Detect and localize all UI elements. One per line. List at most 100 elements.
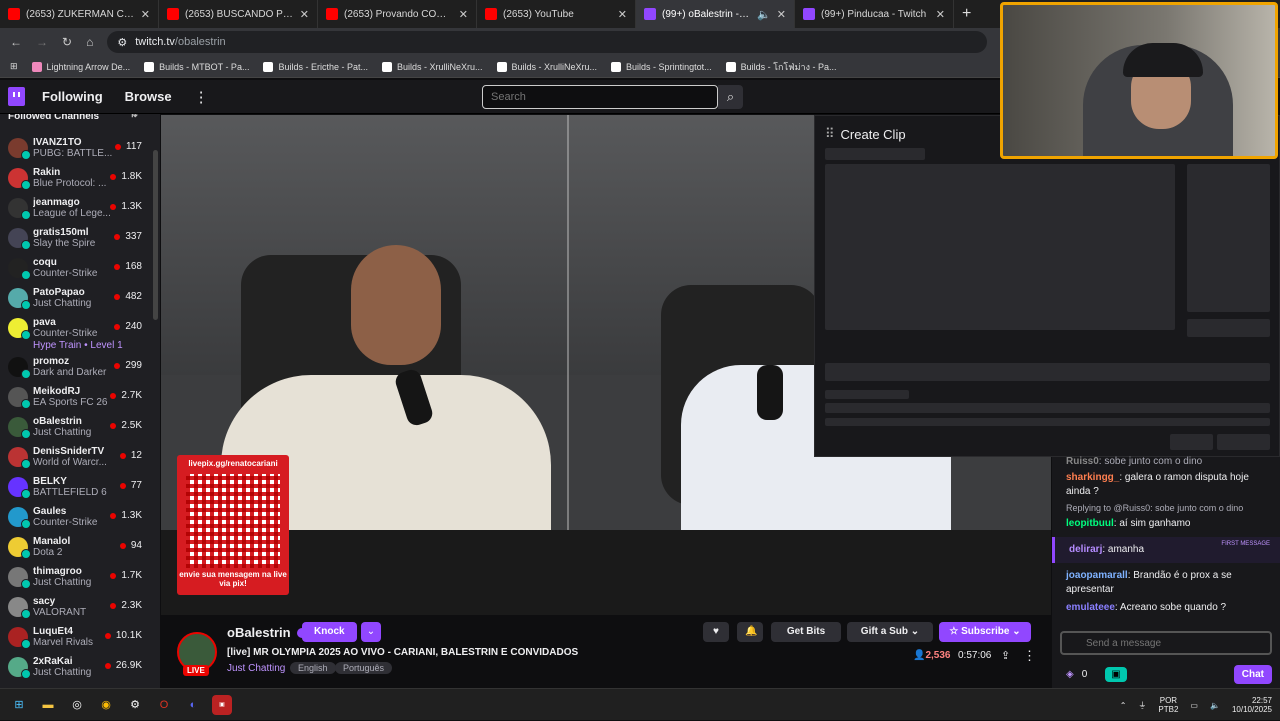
close-icon[interactable]: ✕ — [141, 8, 150, 21]
sidebar-item-channel[interactable]: Rakin Blue Protocol: ... 1.8K — [0, 163, 160, 193]
home-icon[interactable]: ⌂ — [86, 35, 93, 49]
chevron-down-icon[interactable]: ⌄ — [361, 622, 381, 642]
gift-sub-button[interactable]: Gift a Sub ⌄ — [847, 622, 933, 642]
channel-game: World of Warcr... — [33, 457, 107, 468]
viewer-count: 1.3K — [121, 201, 142, 212]
sidebar-item-channel[interactable]: MeikodRJ EA Sports FC 26 2.7K — [0, 382, 160, 412]
bookmark-item[interactable]: Lightning Arrow De... — [31, 61, 130, 72]
bookmark-item[interactable]: Builds - XrulliNeXru... — [381, 61, 483, 72]
browser-tab[interactable]: (99+) Pinducaa - Twitch ✕ — [795, 0, 954, 28]
sidebar-item-channel[interactable]: Manalol Dota 2 94 — [0, 532, 160, 562]
sidebar-item-channel[interactable]: thimagroo Just Chatting 1.7K — [0, 562, 160, 592]
sidebar-item-channel[interactable]: LuquEt4 Marvel Rivals 10.1K — [0, 622, 160, 652]
browser-tab[interactable]: (2653) Provando COMIDA DE R✕ — [318, 0, 477, 28]
sidebar-item-channel[interactable]: promoz Dark and Darker 299 — [0, 352, 160, 382]
chrome-icon[interactable]: ◉ — [96, 695, 116, 715]
viewer-count: 2.3K — [121, 600, 142, 611]
bookmark-item[interactable]: Builds - Sprintingtot... — [611, 61, 712, 72]
sidebar-scrollbar[interactable] — [153, 150, 158, 320]
streamer-name[interactable]: oBalestrin — [227, 625, 291, 640]
bookmark-item[interactable]: Builds - XrulliNeXru... — [496, 61, 597, 72]
sidebar-item-channel[interactable]: oBalestrin Just Chatting 2.5K — [0, 412, 160, 442]
youtube-icon — [485, 8, 497, 20]
speaker-icon[interactable]: 🔈 — [757, 8, 771, 21]
close-icon[interactable]: ✕ — [936, 8, 945, 21]
sidebar-item-channel[interactable]: Gaules Counter-Strike 1.3K — [0, 502, 160, 532]
sidebar-item-channel[interactable]: PatoPapao Just Chatting 482 — [0, 283, 160, 313]
browser-tab[interactable]: (2653) ZUKERMAN COMPLETA✕ — [0, 0, 159, 28]
usb-icon[interactable]: ⏚ — [1138, 700, 1146, 711]
search-input[interactable] — [482, 85, 718, 109]
chevron-up-icon[interactable]: ⌃ — [1120, 701, 1127, 710]
nav-following[interactable]: Following — [42, 89, 103, 104]
microphone-icon — [757, 365, 783, 420]
skeleton-button — [1187, 319, 1270, 337]
close-icon[interactable]: ✕ — [777, 8, 786, 21]
follow-heart-button[interactable]: ♥ — [703, 622, 729, 642]
bookmark-item[interactable]: Builds - โกโฟ่ม่าง - Pa... — [725, 60, 836, 74]
share-icon[interactable]: ⇪ — [1001, 649, 1010, 662]
language-indicator[interactable]: POR PTB2 — [1158, 696, 1178, 714]
more-icon[interactable]: ⋮ — [194, 88, 209, 106]
avatar — [8, 507, 31, 529]
twitch-top-nav: Following Browse ⋮ ⌕ — [0, 80, 1000, 114]
tag-portugues[interactable]: Português — [335, 662, 393, 674]
browser-tab-active[interactable]: (99+) oBalestrin - Twitch🔈✕ — [636, 0, 795, 28]
more-icon[interactable]: ⋮ — [1023, 648, 1036, 664]
browser-tab[interactable]: (2653) BUSCANDO POR UMA E✕ — [159, 0, 318, 28]
opera-icon[interactable]: O — [154, 695, 174, 715]
url-field[interactable]: ⚙ twitch.tv/obalestrin — [107, 31, 988, 53]
volume-icon[interactable]: 🔈 — [1210, 701, 1220, 710]
sidebar-item-channel[interactable]: DenisSniderTV World of Warcr... 12 — [0, 442, 160, 472]
bookmark-item[interactable]: Builds - MTBOT - Pa... — [144, 61, 249, 72]
sidebar-item-channel[interactable]: sacy VALORANT 2.3K — [0, 592, 160, 622]
windows-start-icon[interactable]: ⊞ — [9, 695, 29, 715]
site-info-icon[interactable]: ⚙ — [117, 36, 127, 49]
avatar — [8, 228, 31, 250]
sidebar-item-channel[interactable]: gratis150ml Slay the Spire 337 — [0, 223, 160, 253]
sidebar-item-channel[interactable]: pava Counter-Strike 240 — [0, 313, 160, 343]
bookmark-item[interactable]: Builds - Ericthe - Pat... — [263, 61, 368, 72]
sidebar-item-channel[interactable]: jeanmago League of Lege... 1.3K — [0, 193, 160, 223]
new-tab-button[interactable]: + — [954, 5, 979, 23]
network-icon[interactable]: ▭ — [1190, 701, 1198, 710]
notifications-button[interactable]: 🔔 — [737, 622, 763, 642]
discord-icon[interactable]: ◐ — [183, 695, 203, 715]
apps-icon[interactable]: ⊞ — [10, 61, 18, 72]
close-icon[interactable]: ✕ — [459, 8, 468, 21]
close-icon[interactable]: ✕ — [300, 8, 309, 21]
forward-icon[interactable]: → — [36, 35, 48, 49]
bonus-chest-icon[interactable]: ▣ — [1105, 666, 1127, 682]
knock-button[interactable]: Knock — [302, 622, 357, 642]
live-badge: LIVE — [183, 665, 209, 676]
twitch-logo-icon[interactable] — [8, 87, 25, 106]
search-button[interactable]: ⌕ — [718, 85, 743, 109]
drag-handle-icon[interactable]: ⠿ — [825, 126, 835, 142]
file-explorer-icon[interactable]: ▬ — [38, 695, 58, 715]
sidebar-item-channel[interactable]: 2xRaKai Just Chatting 26.9K — [0, 652, 160, 682]
clock[interactable]: 22:57 10/10/2025 — [1232, 696, 1272, 714]
app-icon[interactable]: ◎ — [67, 695, 87, 715]
chat-input[interactable] — [1060, 631, 1272, 655]
chat-send-button[interactable]: Chat — [1233, 664, 1272, 684]
video-person-head — [351, 245, 441, 365]
sidebar-item-channel[interactable]: BELKY BATTLEFIELD 6 77 — [0, 472, 160, 502]
subscribe-button[interactable]: ☆ Subscribe ⌄ — [939, 622, 1031, 642]
app-icon[interactable]: ▣ — [212, 694, 232, 715]
back-icon[interactable]: ← — [10, 35, 22, 49]
sidebar-item-channel[interactable]: IVANZ1TO PUBG: BATTLE... 117 — [0, 133, 160, 163]
avatar — [8, 288, 31, 310]
sidebar-item-channel[interactable]: coqu Counter-Strike 168 — [0, 253, 160, 283]
close-icon[interactable]: ✕ — [618, 8, 627, 21]
channel-points-icon[interactable]: ◈ — [1066, 669, 1074, 680]
get-bits-button[interactable]: Get Bits — [771, 622, 841, 642]
reload-icon[interactable]: ↻ — [62, 35, 72, 49]
steam-icon[interactable]: ⚙ — [125, 695, 145, 715]
nav-browse[interactable]: Browse — [125, 89, 172, 104]
viewer-count: 1.3K — [121, 510, 142, 521]
sort-icon[interactable]: ⇅ — [130, 114, 138, 120]
tag-english[interactable]: English — [290, 662, 336, 674]
browser-tab[interactable]: (2653) YouTube ✕ — [477, 0, 636, 28]
stream-category[interactable]: Just Chatting — [227, 663, 285, 674]
channel-game: Dota 2 — [33, 547, 63, 558]
